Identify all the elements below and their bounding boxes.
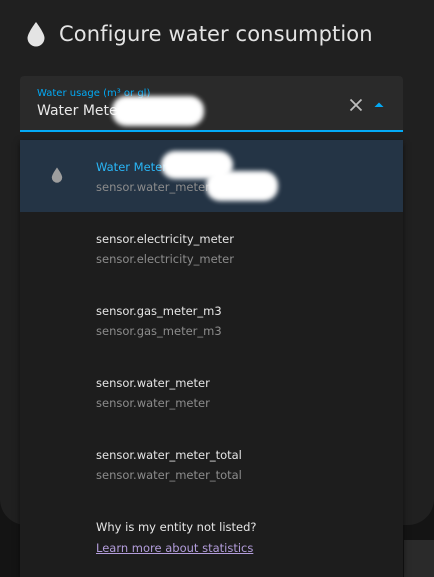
water-usage-input[interactable]: Water Meter	[37, 103, 123, 119]
option-water-meter[interactable]: Water Meter sensor.water_meter	[20, 140, 403, 212]
option-primary-text: sensor.water_meter	[96, 376, 210, 390]
dialog-header: Configure water consumption	[26, 18, 373, 50]
arrow-up-icon[interactable]	[370, 96, 388, 114]
statistics-help-link[interactable]: Learn more about statistics	[96, 541, 253, 555]
option-secondary-text: sensor.water_meter_total	[96, 468, 242, 482]
option-primary-text: Water Meter	[96, 160, 167, 174]
option-electricity-meter[interactable]: sensor.electricity_meter sensor.electric…	[20, 212, 403, 284]
option-water-meter-total[interactable]: sensor.water_meter_total sensor.water_me…	[20, 428, 403, 500]
redaction-blur	[112, 96, 204, 126]
water-usage-combobox[interactable]: Water usage (m³ or gl) Water Meter	[20, 76, 403, 132]
option-primary-text: sensor.water_meter_total	[96, 448, 242, 462]
redaction-blur	[206, 171, 278, 201]
close-icon[interactable]	[347, 96, 365, 114]
dialog-title: Configure water consumption	[59, 22, 373, 46]
option-primary-text: sensor.gas_meter_m3	[96, 304, 222, 318]
background-panel	[404, 540, 434, 577]
option-secondary-text: sensor.water_meter	[96, 396, 210, 410]
option-secondary-text: sensor.electricity_meter	[96, 252, 234, 266]
option-gas-meter-m3[interactable]: sensor.gas_meter_m3 sensor.gas_meter_m3	[20, 284, 403, 356]
water-drop-icon	[51, 167, 63, 183]
option-water-meter-sensor[interactable]: sensor.water_meter sensor.water_meter	[20, 356, 403, 428]
option-secondary-text: sensor.water_meter	[96, 180, 210, 194]
entity-options-list[interactable]: Water Meter sensor.water_meter sensor.el…	[20, 140, 403, 577]
option-secondary-text: sensor.gas_meter_m3	[96, 324, 222, 338]
entity-not-listed-question: Why is my entity not listed?	[96, 520, 257, 534]
option-primary-text: sensor.electricity_meter	[96, 232, 234, 246]
water-drop-icon	[27, 22, 45, 47]
